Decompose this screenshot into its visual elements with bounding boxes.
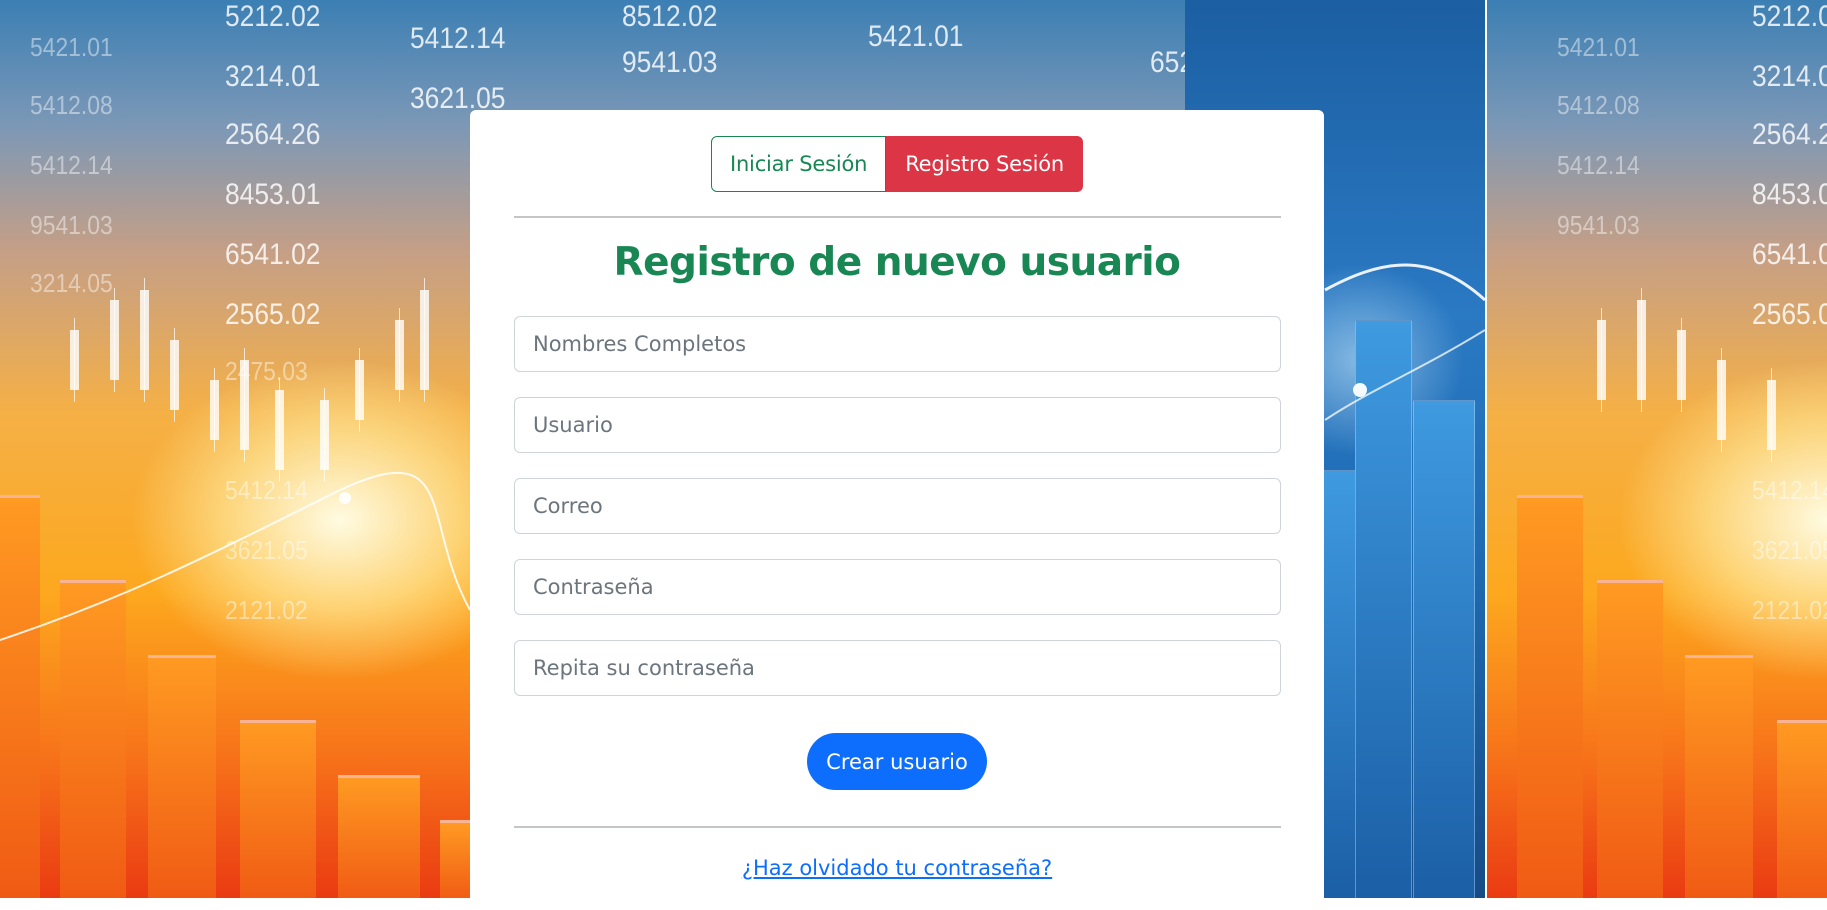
ticker-number: 9541.03 [1557, 210, 1640, 240]
email-field[interactable] [514, 478, 1281, 534]
create-user-button[interactable]: Crear usuario [807, 733, 987, 790]
ticker-number: 5412.14 [1557, 150, 1640, 180]
confirm-password-field[interactable] [514, 640, 1281, 696]
password-field[interactable] [514, 559, 1281, 615]
chart-bar [1597, 580, 1663, 898]
candlestick [1637, 288, 1646, 412]
page-title: Registro de nuevo usuario [613, 240, 1181, 285]
ticker-number: 3214.01 [1752, 60, 1827, 93]
candlestick [1717, 348, 1726, 452]
ticker-number: 6541.02 [1752, 238, 1827, 271]
ticker-number: 8453.01 [1752, 178, 1827, 211]
candlestick [1677, 318, 1686, 412]
candlestick [1597, 308, 1606, 412]
tab-register[interactable]: Registro Sesión [886, 136, 1084, 192]
auth-tabs: Iniciar Sesión Registro Sesión [470, 136, 1324, 192]
ticker-number: 5212.02 [1752, 0, 1827, 33]
ticker-number: 2121.02 [1752, 595, 1827, 625]
ticker-number: 5412.14 [1752, 475, 1827, 505]
ticker-number: 2564.26 [1752, 118, 1827, 151]
ticker-number: 5412.08 [1557, 90, 1640, 120]
ticker-number: 3621.05 [1752, 535, 1827, 565]
forgot-password-link[interactable]: ¿Haz olvidado tu contraseña? [470, 856, 1324, 880]
chart-bar [1777, 720, 1827, 898]
background-image-repeat: 5421.01 5412.08 5412.14 9541.03 5212.02 … [1487, 0, 1827, 898]
ticker-number: 2565.02 [1752, 298, 1827, 331]
candlestick [1767, 368, 1776, 462]
chart-bar [1685, 655, 1753, 898]
full-name-field[interactable] [514, 316, 1281, 372]
divider [514, 826, 1281, 828]
divider [514, 216, 1281, 218]
registration-card: Iniciar Sesión Registro Sesión Registro … [470, 110, 1324, 910]
tab-login[interactable]: Iniciar Sesión [710, 136, 887, 192]
ticker-number: 5421.01 [1557, 32, 1640, 62]
chart-bar [1517, 495, 1583, 898]
username-field[interactable] [514, 397, 1281, 453]
